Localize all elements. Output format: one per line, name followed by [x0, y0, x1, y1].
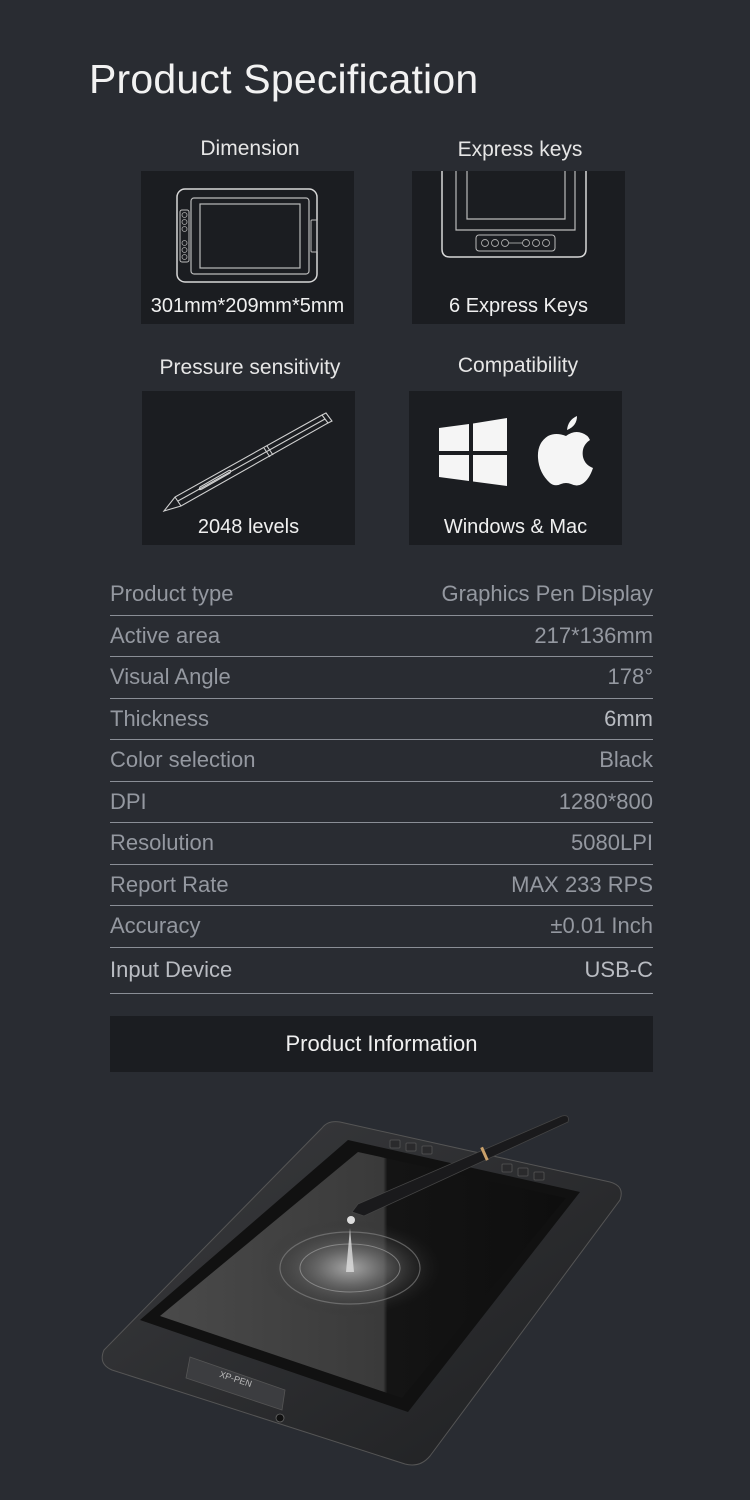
spec-row: Resolution 5080LPI	[110, 823, 653, 865]
spec-value: 217*136mm	[534, 622, 653, 648]
spec-row: Color selection Black	[110, 740, 653, 782]
spec-key: Report Rate	[110, 871, 229, 897]
windows-icon	[439, 418, 507, 486]
spec-value: 5080LPI	[571, 830, 653, 856]
page-title: Product Specification	[89, 56, 479, 102]
spec-key: Visual Angle	[110, 664, 231, 690]
feature-card-dimension: 301mm*209mm*5mm	[141, 171, 354, 324]
feature-card-compatibility: Windows & Mac	[409, 391, 622, 545]
feature-label-express-keys: Express keys	[457, 138, 583, 161]
spec-value: 6mm	[604, 705, 653, 731]
product-information-label: Product Information	[285, 1031, 478, 1056]
spec-key: DPI	[110, 788, 147, 814]
apple-icon	[537, 416, 593, 486]
spec-table: Product type Graphics Pen Display Active …	[110, 574, 653, 994]
feature-caption-express-keys: 6 Express Keys	[449, 295, 588, 317]
product-image: XP-PEN	[101, 1115, 622, 1466]
spec-row: Product type Graphics Pen Display	[110, 574, 653, 616]
express-keys-outline-icon	[441, 171, 587, 258]
feature-label-pressure: Pressure sensitivity	[159, 356, 341, 379]
feature-caption-dimension: 301mm*209mm*5mm	[150, 295, 345, 317]
feature-caption-pressure: 2048 levels	[197, 516, 300, 538]
spec-row: Accuracy ±0.01 Inch	[110, 906, 653, 948]
spec-key: Input Device	[110, 957, 233, 982]
feature-label-dimension: Dimension	[200, 137, 300, 160]
spec-row: Visual Angle 178°	[110, 657, 653, 699]
spec-value: Graphics Pen Display	[441, 581, 653, 607]
spec-row: Input Device USB-C	[110, 948, 653, 994]
spec-key: Resolution	[110, 830, 214, 856]
spec-key: Product type	[110, 581, 234, 607]
pen-outline-icon	[162, 412, 333, 513]
spec-key: Accuracy	[110, 913, 201, 939]
spec-value: Black	[599, 747, 653, 773]
spec-row: Thickness 6mm	[110, 699, 653, 740]
feature-card-pressure: 2048 levels	[142, 391, 355, 545]
spec-row: Active area 217*136mm	[110, 616, 653, 657]
spec-value: 178°	[607, 664, 653, 690]
feature-card-express-keys: 6 Express Keys	[412, 171, 625, 324]
spec-value: 1280*800	[558, 788, 653, 814]
spec-key: Active area	[110, 622, 221, 648]
product-information-header: Product Information	[110, 1016, 653, 1072]
feature-caption-compatibility: Windows & Mac	[443, 516, 588, 538]
spec-row: Report Rate MAX 233 RPS	[110, 865, 653, 906]
tablet-outline-icon	[176, 188, 318, 283]
spec-key: Color selection	[110, 747, 256, 773]
spec-row: DPI 1280*800	[110, 782, 653, 823]
spec-value: MAX 233 RPS	[511, 871, 653, 897]
feature-label-compatibility: Compatibility	[457, 354, 579, 377]
spec-value: USB-C	[584, 957, 653, 982]
spec-key: Thickness	[110, 705, 210, 731]
spec-value: ±0.01 Inch	[550, 913, 653, 939]
